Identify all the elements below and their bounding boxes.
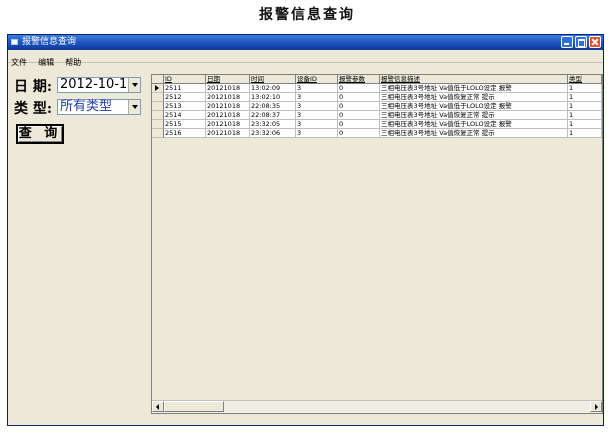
cell-type[interactable]: 1 xyxy=(568,120,602,129)
column-header-type[interactable]: 类型 xyxy=(568,75,602,84)
date-label: 日 期: xyxy=(14,79,53,95)
cell-description[interactable]: 三相电压表3号地址 Va值恢复正常 提示 xyxy=(380,111,568,120)
query-button[interactable]: 查 询 xyxy=(16,124,64,144)
row-selector[interactable] xyxy=(152,111,164,120)
cell-date[interactable]: 20121018 xyxy=(206,102,250,111)
app-window: 报警信息查询 文件 编辑 帮助 日 期: 2012-10-18 类 型: 所有类… xyxy=(7,34,604,426)
cell-time[interactable]: 13:02:09 xyxy=(250,84,296,93)
date-picker[interactable]: 2012-10-18 xyxy=(57,77,141,93)
row-selector[interactable] xyxy=(152,93,164,102)
cell-alarm-param[interactable]: 0 xyxy=(338,111,380,120)
cell-alarm-param[interactable]: 0 xyxy=(338,93,380,102)
cell-device-id[interactable]: 3 xyxy=(296,84,338,93)
menu-edit[interactable]: 编辑 xyxy=(38,57,54,69)
cell-device-id[interactable]: 3 xyxy=(296,102,338,111)
alarm-grid[interactable]: ID 日期 时间 设备ID 报警参数 报警信息描述 类型 2511 20121018 13:02… xyxy=(151,74,603,414)
cell-alarm-param[interactable]: 0 xyxy=(338,129,380,138)
app-window-icon xyxy=(11,39,18,45)
column-header-description[interactable]: 报警信息描述 xyxy=(380,75,568,84)
row-selector[interactable] xyxy=(152,129,164,138)
type-label: 类 型: xyxy=(14,101,53,117)
chevron-down-icon[interactable] xyxy=(128,100,140,114)
type-select[interactable]: 所有类型 xyxy=(57,99,141,115)
window-title: 报警信息查询 xyxy=(22,37,77,47)
date-value: 2012-10-18 xyxy=(60,77,136,92)
row-selector[interactable] xyxy=(152,120,164,129)
cell-date[interactable]: 20121018 xyxy=(206,129,250,138)
menu-bar: 文件 编辑 帮助 xyxy=(8,50,603,67)
cell-alarm-param[interactable]: 0 xyxy=(338,102,380,111)
title-bar[interactable]: 报警信息查询 xyxy=(8,35,603,50)
cell-type[interactable]: 1 xyxy=(568,93,602,102)
close-button[interactable] xyxy=(589,36,601,48)
cell-id[interactable]: 2516 xyxy=(164,129,206,138)
cell-alarm-param[interactable]: 0 xyxy=(338,84,380,93)
cell-time[interactable]: 23:32:06 xyxy=(250,129,296,138)
scroll-left-icon[interactable] xyxy=(152,401,164,412)
row-selector[interactable] xyxy=(152,84,164,93)
cell-type[interactable]: 1 xyxy=(568,102,602,111)
cell-date[interactable]: 20121018 xyxy=(206,84,250,93)
header-selector-cell xyxy=(152,75,164,84)
menu-help[interactable]: 帮助 xyxy=(65,57,81,69)
cell-date[interactable]: 20121018 xyxy=(206,111,250,120)
scroll-right-icon[interactable] xyxy=(590,401,602,412)
cell-alarm-param[interactable]: 0 xyxy=(338,120,380,129)
cell-description[interactable]: 三相电压表3号地址 Va值恢复正常 提示 xyxy=(380,93,568,102)
cell-description[interactable]: 三相电压表3号地址 Va值低于LOLO设定 报警 xyxy=(380,84,568,93)
scroll-thumb[interactable] xyxy=(164,401,224,412)
cell-id[interactable]: 2512 xyxy=(164,93,206,102)
cell-description[interactable]: 三相电压表3号地址 Va值低于LOLO设定 报警 xyxy=(380,120,568,129)
cell-type[interactable]: 1 xyxy=(568,111,602,120)
column-header-date[interactable]: 日期 xyxy=(206,75,250,84)
cell-id[interactable]: 2513 xyxy=(164,102,206,111)
cell-device-id[interactable]: 3 xyxy=(296,120,338,129)
cell-date[interactable]: 20121018 xyxy=(206,93,250,102)
page-caption: 报警信息查询 xyxy=(259,7,355,23)
column-header-device-id[interactable]: 设备ID xyxy=(296,75,338,84)
cell-device-id[interactable]: 3 xyxy=(296,129,338,138)
cell-time[interactable]: 22:08:35 xyxy=(250,102,296,111)
menu-file[interactable]: 文件 xyxy=(11,57,27,69)
column-header-id[interactable]: ID xyxy=(164,75,206,84)
cell-description[interactable]: 三相电压表3号地址 Va值恢复正常 提示 xyxy=(380,129,568,138)
minimize-button[interactable] xyxy=(561,36,573,48)
horizontal-scrollbar[interactable] xyxy=(152,400,602,413)
cell-date[interactable]: 20121018 xyxy=(206,120,250,129)
chevron-down-icon[interactable] xyxy=(128,78,140,92)
cell-description[interactable]: 三相电压表3号地址 Va值低于LOLO设定 报警 xyxy=(380,102,568,111)
row-pointer-icon xyxy=(155,85,159,91)
cell-device-id[interactable]: 3 xyxy=(296,93,338,102)
cell-time[interactable]: 23:32:05 xyxy=(250,120,296,129)
maximize-button[interactable] xyxy=(575,36,587,48)
cell-time[interactable]: 22:08:37 xyxy=(250,111,296,120)
cell-device-id[interactable]: 3 xyxy=(296,111,338,120)
type-value: 所有类型 xyxy=(60,99,113,114)
cell-id[interactable]: 2515 xyxy=(164,120,206,129)
column-header-time[interactable]: 时间 xyxy=(250,75,296,84)
cell-time[interactable]: 13:02:10 xyxy=(250,93,296,102)
cell-type[interactable]: 1 xyxy=(568,129,602,138)
cell-id[interactable]: 2511 xyxy=(164,84,206,93)
cell-id[interactable]: 2514 xyxy=(164,111,206,120)
cell-type[interactable]: 1 xyxy=(568,84,602,93)
row-selector[interactable] xyxy=(152,102,164,111)
column-header-alarm-param[interactable]: 报警参数 xyxy=(338,75,380,84)
